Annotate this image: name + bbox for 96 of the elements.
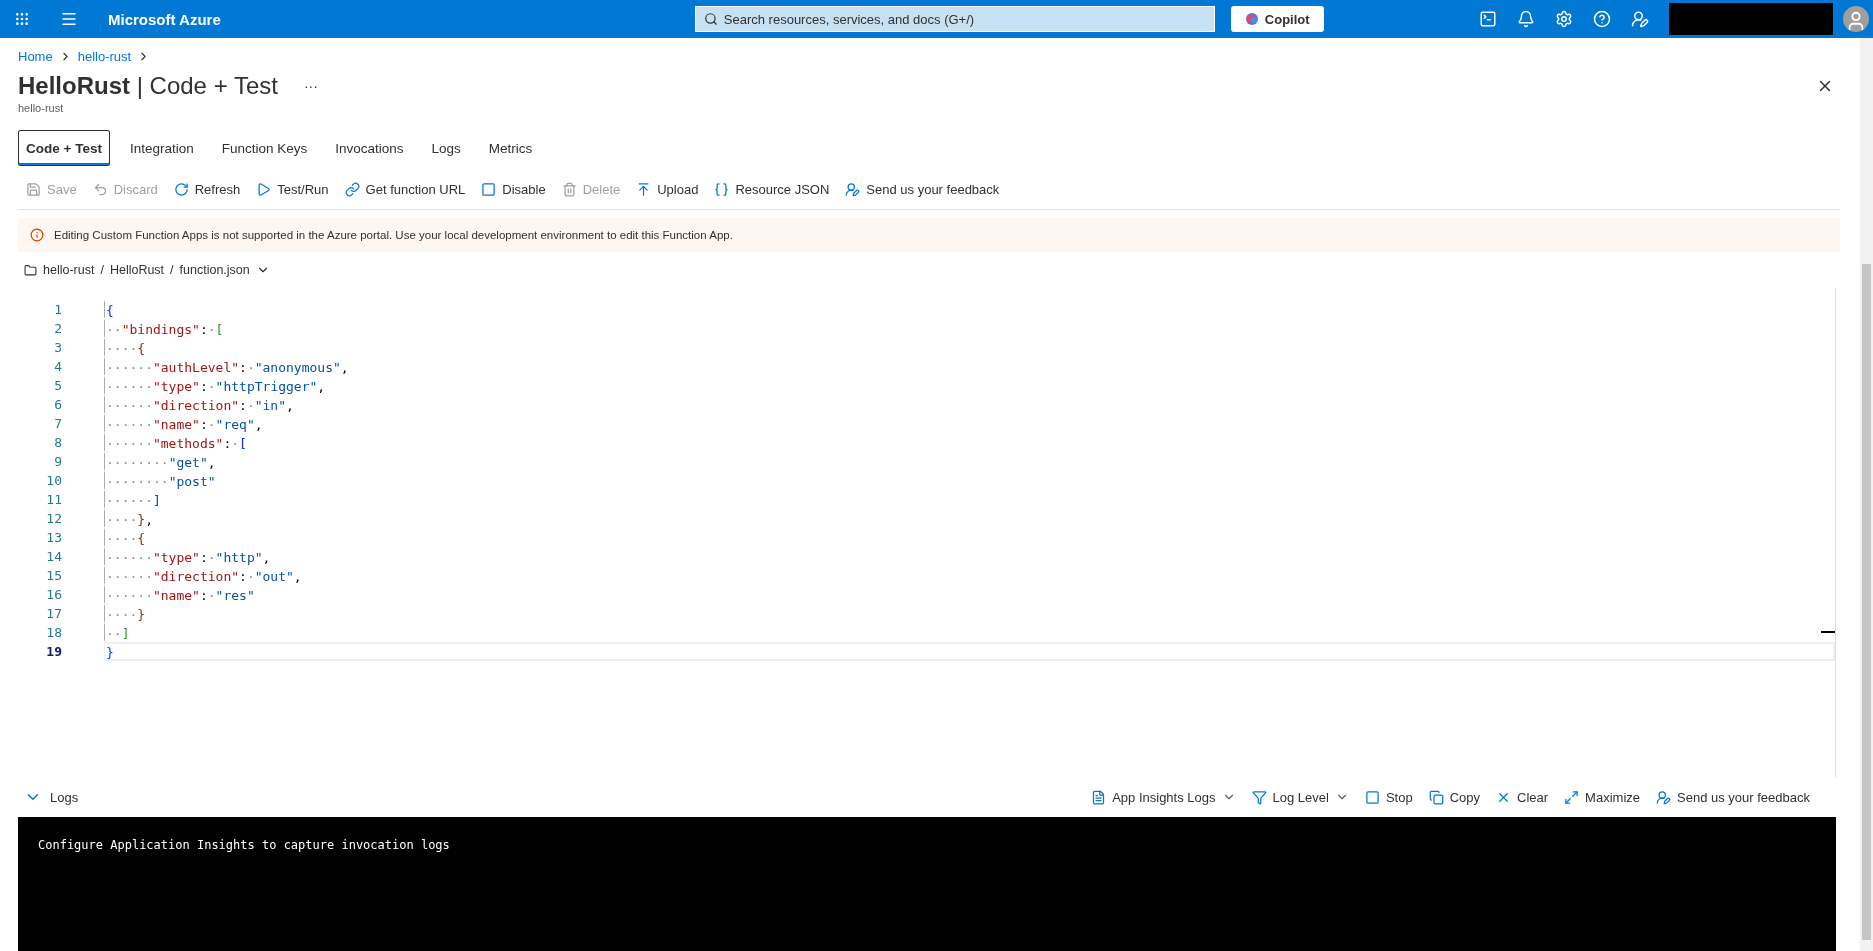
toolbar-button[interactable]: Disable (473, 173, 554, 206)
line-number: 12 (45, 510, 63, 528)
code-line: ······"authLevel":·"anonymous", (104, 357, 1835, 376)
path-segment[interactable]: hello-rust (43, 263, 95, 277)
logs-action-button[interactable]: Copy (1422, 789, 1487, 805)
code-line: ······"methods":·[ (104, 433, 1835, 452)
line-number: 15 (45, 567, 63, 585)
brand-name[interactable]: Microsoft Azure (108, 10, 221, 28)
line-number: 16 (45, 586, 63, 604)
feedback-icon (1656, 789, 1671, 805)
line-number: 2 (53, 320, 63, 338)
page-title: HelloRust | Code + Test (18, 72, 278, 100)
logs-action-button[interactable]: Clear (1490, 789, 1555, 805)
menu-icon[interactable] (60, 10, 78, 28)
logs-toggle[interactable]: Logs (18, 788, 85, 806)
breadcrumb-link[interactable]: hello-rust (77, 48, 132, 64)
line-number: 19 (45, 643, 63, 661)
logs-action-button[interactable]: Send us your feedback (1650, 789, 1816, 805)
line-number: 10 (45, 472, 63, 490)
terminal-icon[interactable] (1479, 10, 1497, 28)
code-line: ····} (104, 604, 1835, 623)
toolbar-button[interactable]: Upload (628, 173, 707, 206)
code-line: ····{ (104, 528, 1835, 547)
code-line: ····}, (104, 509, 1835, 528)
line-number: 6 (53, 396, 63, 414)
scrollbar[interactable] (1860, 38, 1873, 951)
copilot-logo-icon (1244, 12, 1259, 26)
path-separator: / (170, 263, 174, 277)
save-icon (26, 182, 41, 197)
code-line: ······"type":·"http", (104, 547, 1835, 566)
undo-icon (92, 182, 108, 197)
toolbar-button[interactable]: Refresh (165, 173, 249, 206)
copy-icon (1428, 789, 1444, 805)
line-number: 7 (53, 415, 63, 433)
trash-icon (561, 182, 577, 197)
code-line: ········"get", (104, 452, 1835, 471)
path-separator: / (100, 263, 104, 277)
settings-icon[interactable] (1555, 10, 1573, 28)
minimap-cursor (1821, 631, 1835, 633)
toolbar-button[interactable]: Test/Run (248, 173, 337, 206)
line-number: 4 (53, 358, 63, 376)
folder-icon (24, 263, 37, 277)
log-output: Configure Application Insights to capture invocation logs (38, 838, 450, 852)
line-number: 3 (53, 339, 63, 357)
code-line: ····{ (104, 338, 1835, 357)
code-line: ······"name":·"req", (104, 414, 1835, 433)
app-grid-icon[interactable] (14, 11, 30, 27)
toolbar-button[interactable]: Send us your feedback (837, 173, 1008, 206)
line-number: 1 (53, 301, 63, 319)
line-number: 5 (53, 377, 63, 395)
document-icon (1091, 789, 1107, 805)
code-line: ······"direction":·"in", (104, 395, 1835, 414)
help-icon[interactable] (1593, 10, 1611, 28)
copilot-button[interactable]: Copilot (1230, 6, 1324, 32)
expand-icon (1564, 789, 1580, 805)
logs-action-button[interactable]: Log Level (1245, 789, 1355, 805)
filter-icon (1251, 789, 1267, 805)
square-icon (481, 182, 497, 197)
line-number: 18 (45, 624, 63, 642)
play-icon (256, 182, 272, 197)
resource-name: hello-rust (18, 102, 65, 114)
logs-action-button[interactable]: Stop (1358, 789, 1419, 805)
braces-icon (714, 182, 730, 197)
code-line: ······"direction":·"out", (104, 566, 1835, 585)
info-icon (30, 228, 44, 242)
code-line: ······] (104, 490, 1835, 509)
refresh-icon (173, 182, 189, 197)
code-line: ······"type":·"httpTrigger", (104, 376, 1835, 395)
toolbar-button[interactable]: Get function URL (336, 173, 474, 206)
tab[interactable]: Code + Test (18, 130, 110, 166)
line-number: 9 (53, 453, 63, 471)
link-icon (344, 182, 360, 197)
square-icon (1364, 789, 1380, 805)
line-number: 8 (53, 434, 63, 452)
banner-text: Editing Custom Function Apps is not supported in the Azure portal. Use your local development environment to edit this Function App. (54, 229, 733, 241)
logs-action-button[interactable]: Maximize (1558, 789, 1646, 805)
code-line: ······"name":·"res" (104, 585, 1835, 604)
line-number: 13 (45, 529, 63, 547)
more-button[interactable]: ··· (297, 77, 324, 95)
toolbar-button[interactable]: Resource JSON (706, 173, 838, 206)
code-line: ········"post" (104, 471, 1835, 490)
avatar[interactable] (1843, 6, 1869, 32)
line-number: 14 (45, 548, 63, 566)
path-segment[interactable]: HelloRust (109, 263, 165, 277)
path-segment[interactable]: function.json (179, 263, 250, 277)
search-icon (703, 12, 718, 26)
search-field[interactable]: Search resources, services, and docs (G+/) (694, 6, 1215, 32)
breadcrumb-link[interactable]: Home (18, 48, 53, 64)
feedback-icon[interactable] (1631, 10, 1649, 28)
line-number: 17 (45, 605, 63, 623)
logs-action-button[interactable]: App Insights Logs (1085, 789, 1242, 805)
code-line: { (104, 300, 1835, 319)
code-line: ··"bindings":·[ (104, 319, 1835, 338)
bell-icon[interactable] (1517, 10, 1535, 28)
line-number: 11 (45, 491, 63, 509)
feedback-icon (845, 182, 861, 197)
